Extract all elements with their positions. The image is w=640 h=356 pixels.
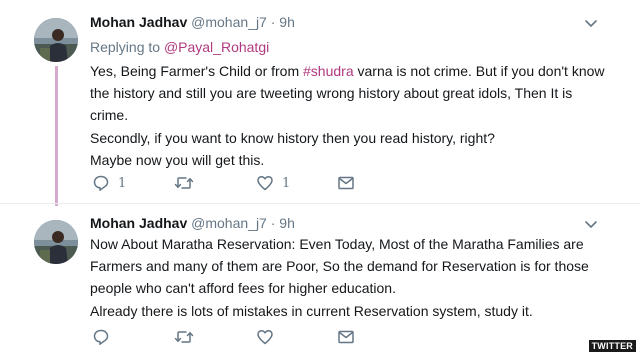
direct-message-button[interactable]	[337, 174, 355, 192]
tweet-actions: 1 1	[90, 174, 390, 196]
replying-label: Replying to	[90, 39, 161, 55]
author-name[interactable]: Mohan Jadhav	[90, 215, 187, 231]
heart-icon	[257, 175, 273, 191]
timestamp[interactable]: 9h	[279, 14, 295, 30]
tweet-paragraph: Now About Maratha Reservation: Even Toda…	[90, 236, 589, 297]
retweet-button[interactable]	[174, 328, 202, 346]
timestamp[interactable]: 9h	[279, 215, 295, 231]
avatar[interactable]	[34, 18, 78, 62]
tweet-header: Mohan Jadhav @mohan_j7 · 9h	[90, 214, 295, 232]
avatar[interactable]	[34, 220, 78, 264]
direct-message-icon	[338, 176, 354, 190]
replying-to: Replying to @Payal_Rohatgi	[90, 38, 269, 56]
like-count: 1	[282, 175, 291, 191]
mention-link[interactable]: @Payal_Rohatgi	[164, 39, 269, 55]
retweet-icon	[174, 331, 194, 343]
like-button[interactable]: 1	[256, 174, 290, 192]
direct-message-button[interactable]	[337, 328, 355, 346]
reply-icon	[93, 175, 109, 191]
reply-icon	[93, 329, 109, 345]
separator-dot: ·	[270, 215, 276, 231]
tweet[interactable]: Mohan Jadhav @mohan_j7 · 9h Now About Ma…	[0, 204, 640, 356]
reply-button[interactable]	[92, 328, 118, 346]
retweet-button[interactable]	[174, 174, 202, 192]
separator-dot: ·	[270, 14, 276, 30]
author-name[interactable]: Mohan Jadhav	[90, 14, 187, 30]
direct-message-icon	[338, 330, 354, 344]
tweet[interactable]: Mohan Jadhav @mohan_j7 · 9h Replying to …	[0, 0, 640, 203]
tweet-actions	[90, 328, 390, 350]
chevron-down-icon[interactable]	[582, 215, 600, 233]
reply-count: 1	[118, 175, 127, 191]
hashtag-link[interactable]: #shudra	[303, 63, 354, 79]
watermark-label: TWITTER	[588, 340, 636, 352]
tweet-paragraph: Already there is lots of mistakes in cur…	[90, 302, 533, 319]
tweet-text: Yes, Being Farmer's Child or from #shudr…	[90, 60, 610, 171]
tweet-paragraph: Secondly, if you want to know history th…	[90, 129, 495, 146]
thread-line	[55, 66, 58, 206]
like-button[interactable]	[256, 328, 282, 346]
retweet-icon	[174, 177, 194, 189]
tweet-text: Now About Maratha Reservation: Even Toda…	[90, 233, 610, 322]
chevron-down-icon[interactable]	[582, 14, 600, 32]
tweet-paragraph: Yes, Being Farmer's Child or from #shudr…	[90, 60, 610, 127]
author-handle[interactable]: @mohan_j7	[191, 14, 267, 30]
text-segment: Yes, Being Farmer's Child or from	[90, 63, 300, 79]
heart-icon	[257, 329, 273, 345]
tweet-header: Mohan Jadhav @mohan_j7 · 9h	[90, 13, 295, 31]
reply-button[interactable]: 1	[92, 174, 126, 192]
author-handle[interactable]: @mohan_j7	[191, 215, 267, 231]
tweet-paragraph: Maybe now you will get this.	[90, 151, 265, 168]
